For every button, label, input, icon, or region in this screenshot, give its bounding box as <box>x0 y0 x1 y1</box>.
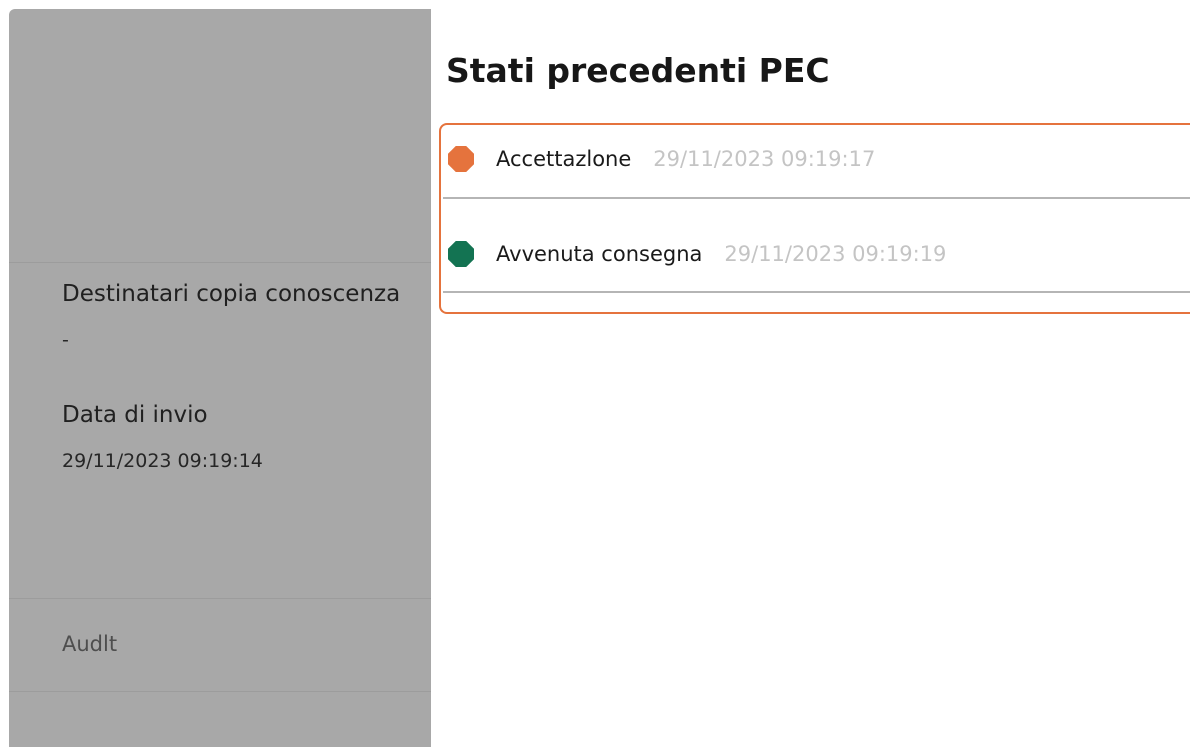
status-label: Avvenuta consegna <box>496 242 703 266</box>
status-timestamp: 29/11/2023 09:19:17 <box>653 147 876 171</box>
copy-recipients-label: Destinatari copia conoscenza <box>62 281 401 307</box>
background-panel: Destinatari copia conoscenza - Data di i… <box>9 9 434 747</box>
status-separator <box>443 291 1190 293</box>
status-item-avvenuta-consegna: Avvenuta consegna 29/11/2023 09:19:19 <box>441 220 1190 315</box>
divider <box>9 691 434 692</box>
status-label: Accettazlone <box>496 147 632 171</box>
divider <box>9 262 434 263</box>
drawer-title: Stati precedenti PEC <box>446 51 830 90</box>
status-dot-icon <box>448 146 474 172</box>
status-list: Accettazlone 29/11/2023 09:19:17 Avvenut… <box>439 123 1190 314</box>
copy-recipients-value: - <box>62 329 69 351</box>
send-date-value: 29/11/2023 09:19:14 <box>62 450 263 472</box>
divider <box>9 598 434 599</box>
audit-link[interactable]: Audlt <box>62 632 117 656</box>
status-item-accettazione: Accettazlone 29/11/2023 09:19:17 <box>441 125 1190 220</box>
pec-status-drawer: Stati precedenti PEC Accettazlone 29/11/… <box>431 9 1194 747</box>
status-separator <box>443 197 1190 199</box>
status-dot-icon <box>448 241 474 267</box>
send-date-label: Data di invio <box>62 402 208 428</box>
status-timestamp: 29/11/2023 09:19:19 <box>724 242 947 266</box>
page: Destinatari copia conoscenza - Data di i… <box>0 0 1194 747</box>
